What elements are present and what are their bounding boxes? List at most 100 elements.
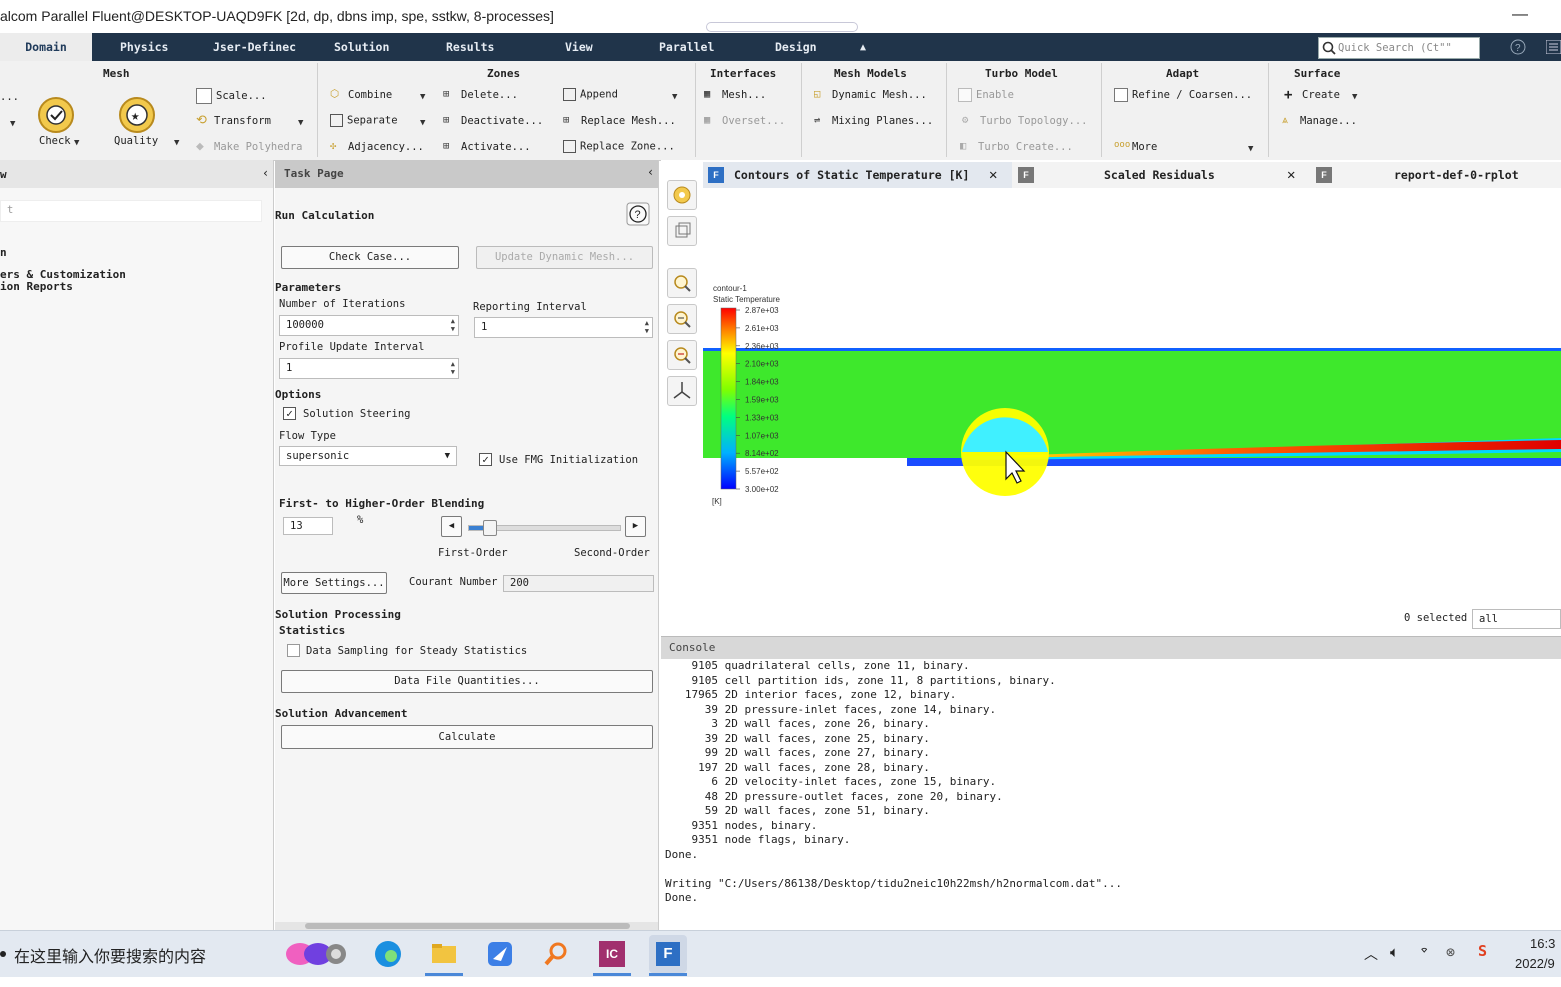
- zoom-in-button[interactable]: [667, 304, 697, 334]
- close-icon[interactable]: ✕: [989, 162, 997, 188]
- axes-button[interactable]: [667, 376, 697, 406]
- blending-slider[interactable]: [468, 520, 621, 536]
- turbo-enable-checkbox[interactable]: Enable: [958, 88, 1014, 102]
- tab-solution[interactable]: Solution: [334, 33, 389, 61]
- drag-handle[interactable]: [706, 22, 858, 32]
- courant-field[interactable]: 200: [503, 575, 654, 592]
- taskbar-search-input[interactable]: 在这里输入你要搜索的内容: [14, 943, 206, 967]
- flow-type-select[interactable]: supersonic ▼: [279, 446, 457, 466]
- clock-time[interactable]: 16:3: [1530, 936, 1555, 951]
- collapse-left-icon[interactable]: ‹: [647, 165, 654, 179]
- tab-contours[interactable]: Contours of Static Temperature [K]: [734, 162, 969, 188]
- calculate-button[interactable]: Calculate: [281, 725, 653, 749]
- fit-view-button[interactable]: [667, 216, 697, 246]
- reporting-interval-field[interactable]: 1 ▲ ▼: [474, 317, 653, 338]
- ribbon-collapse-icon[interactable]: ▲: [860, 33, 866, 61]
- chevron-down-icon[interactable]: ▼: [298, 118, 303, 128]
- update-dynamic-mesh-button[interactable]: Update Dynamic Mesh...: [476, 246, 653, 269]
- append-button[interactable]: Append: [563, 88, 618, 101]
- data-sampling-checkbox[interactable]: [287, 644, 300, 657]
- surface-create-button[interactable]: + Create: [1284, 88, 1340, 102]
- selection-filter[interactable]: all: [1472, 609, 1561, 629]
- tab-parallel[interactable]: Parallel: [659, 33, 714, 61]
- use-fmg-checkbox[interactable]: ✓: [479, 453, 492, 466]
- fluent-app-icon[interactable]: F: [649, 935, 687, 973]
- quality-button[interactable]: ★: [117, 95, 157, 138]
- activate-button[interactable]: ⊞ Activate...: [443, 140, 531, 154]
- turbo-create-button[interactable]: ◧ Turbo Create...: [960, 140, 1073, 154]
- scrollbar-thumb[interactable]: [305, 923, 630, 929]
- make-polyhedra-button[interactable]: ◆ Make Polyhedra: [196, 140, 303, 154]
- check-button[interactable]: [36, 95, 76, 138]
- tab-physics[interactable]: Physics: [120, 33, 168, 61]
- tab-user-defined[interactable]: Jser-Definec: [213, 33, 296, 61]
- mesh-overflow-dots[interactable]: ...: [0, 91, 19, 103]
- close-icon[interactable]: ✕: [1287, 162, 1295, 188]
- chevron-down-icon[interactable]: ▼: [1352, 92, 1357, 102]
- overset-button[interactable]: ▦ Overset...: [704, 114, 785, 128]
- delete-button[interactable]: ⊞ Delete...: [443, 88, 518, 102]
- minimize-button[interactable]: —: [1512, 6, 1528, 24]
- spinner-icon[interactable]: ▲ ▼: [451, 360, 455, 376]
- volume-icon[interactable]: 🔈︎: [1390, 943, 1399, 961]
- blending-field[interactable]: 13: [283, 517, 333, 535]
- tab-domain[interactable]: Domain: [0, 33, 92, 61]
- tree-item[interactable]: n: [0, 246, 7, 259]
- chevron-down-icon[interactable]: ▼: [1248, 144, 1253, 154]
- check-case-button[interactable]: Check Case...: [281, 246, 459, 269]
- spinner-icon[interactable]: ▲ ▼: [645, 319, 649, 335]
- horizontal-scrollbar[interactable]: [275, 922, 658, 930]
- edge-app-icon[interactable]: [369, 935, 407, 973]
- tab-view[interactable]: View: [565, 33, 593, 61]
- zoom-box-button[interactable]: [667, 268, 697, 298]
- more-settings-button[interactable]: More Settings...: [281, 572, 387, 594]
- data-file-quantities-button[interactable]: Data File Quantities...: [281, 670, 653, 693]
- network-icon[interactable]: ⌔: [1420, 943, 1428, 959]
- search-tool-app-icon[interactable]: [537, 935, 575, 973]
- menu-icon[interactable]: [1546, 40, 1561, 54]
- collapse-left-icon[interactable]: ‹: [262, 166, 269, 180]
- console-panel[interactable]: Console 9105 quadrilateral cells, zone 1…: [661, 636, 1561, 931]
- input-method-icon[interactable]: S: [1478, 942, 1487, 960]
- rotate-view-button[interactable]: [667, 180, 697, 210]
- chevron-down-icon[interactable]: ▼: [672, 92, 677, 102]
- zoom-out-button[interactable]: [667, 340, 697, 370]
- combine-button[interactable]: ⬡ Combine: [330, 88, 392, 102]
- status-icon[interactable]: ⊗: [1446, 943, 1455, 961]
- slider-right-button[interactable]: ▶: [625, 516, 646, 537]
- chevron-down-icon[interactable]: ▼: [74, 138, 79, 148]
- tree-filter-input[interactable]: t: [0, 200, 262, 222]
- windows-start-icon[interactable]: [0, 947, 8, 961]
- spinner-icon[interactable]: ▲ ▼: [451, 317, 455, 333]
- contour-plot[interactable]: contour-1 Static Temperature 2.87e+03 2.6…: [703, 280, 1561, 510]
- dynamic-mesh-button[interactable]: ◱ Dynamic Mesh...: [814, 88, 927, 102]
- tree-item[interactable]: ion Reports: [0, 280, 73, 293]
- adjacency-button[interactable]: ✣ Adjacency...: [330, 140, 424, 154]
- chevron-down-icon[interactable]: ▼: [10, 119, 15, 129]
- help-icon[interactable]: ?: [1510, 39, 1526, 55]
- separate-button[interactable]: Separate: [330, 114, 398, 127]
- solution-steering-checkbox[interactable]: ✓: [283, 407, 296, 420]
- chevron-down-icon[interactable]: ▼: [420, 118, 425, 128]
- intellij-app-icon[interactable]: IC: [593, 935, 631, 973]
- refine-coarsen-button[interactable]: Refine / Coarsen...: [1114, 88, 1252, 102]
- chevron-down-icon[interactable]: ▼: [174, 138, 179, 148]
- surface-manage-button[interactable]: ⩓ Manage...: [1282, 114, 1357, 128]
- blending-slider-thumb[interactable]: [482, 520, 497, 536]
- interfaces-mesh-button[interactable]: ▦ Mesh...: [704, 88, 766, 102]
- tab-design[interactable]: Design: [775, 33, 817, 61]
- feishu-app-icon[interactable]: [481, 935, 519, 973]
- quick-search-input[interactable]: Quick Search (Ct"": [1318, 37, 1480, 59]
- profile-update-field[interactable]: 1 ▲ ▼: [279, 358, 459, 379]
- replace-zone-button[interactable]: Replace Zone...: [563, 140, 675, 153]
- replace-mesh-button[interactable]: ⊞ Replace Mesh...: [563, 114, 676, 128]
- chevron-down-icon[interactable]: ▼: [420, 92, 425, 102]
- scale-button[interactable]: Scale...: [196, 88, 267, 104]
- deactivate-button[interactable]: ⊞ Deactivate...: [443, 114, 543, 128]
- clock-date[interactable]: 2022/9: [1515, 956, 1555, 971]
- quality-label[interactable]: Quality: [114, 135, 158, 147]
- help-icon[interactable]: ?: [626, 202, 650, 226]
- file-explorer-app-icon[interactable]: [425, 935, 463, 973]
- mixing-planes-button[interactable]: ⇌ Mixing Planes...: [814, 114, 933, 128]
- tab-report-plot[interactable]: report-def-0-rplot: [1394, 162, 1519, 188]
